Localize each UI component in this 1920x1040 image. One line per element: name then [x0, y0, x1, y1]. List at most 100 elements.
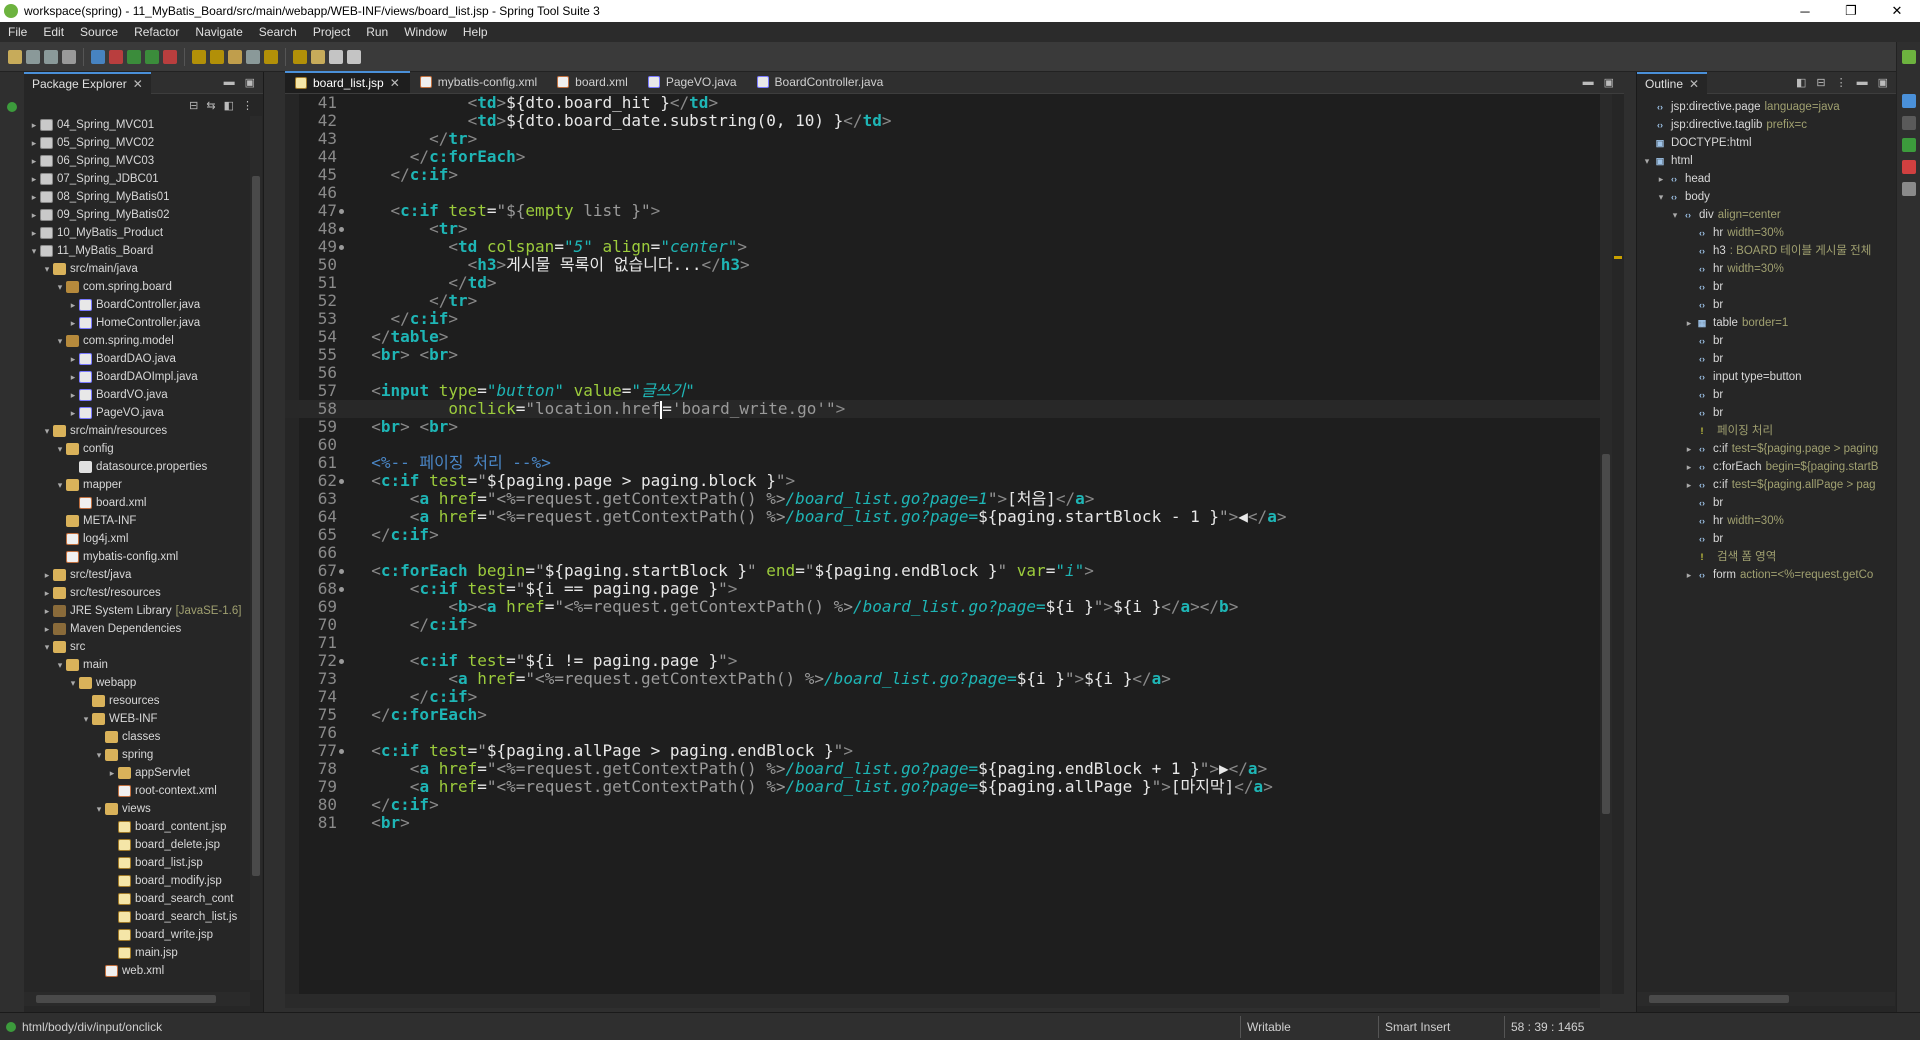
editor-horizontal-scrollbar[interactable]: [285, 994, 1600, 1008]
tree-item[interactable]: main.jsp: [24, 944, 264, 962]
menu-refactor[interactable]: Refactor: [126, 25, 187, 39]
code-line[interactable]: 80 </c:if>: [285, 796, 1600, 814]
tree-item[interactable]: ▾ src/main/java: [24, 260, 264, 278]
minimize-view-icon[interactable]: ▬: [1857, 76, 1868, 89]
new-icon[interactable]: [8, 49, 22, 64]
editor-vertical-scrollbar[interactable]: [1600, 94, 1612, 994]
scroll-thumb[interactable]: [1602, 454, 1610, 814]
close-icon[interactable]: ✕: [1689, 77, 1699, 91]
expanded-icon[interactable]: ▾: [1669, 206, 1681, 224]
tree-item[interactable]: ▾ com.spring.model: [24, 332, 264, 350]
collapsed-icon[interactable]: ▸: [28, 206, 40, 224]
run-icon[interactable]: [127, 49, 141, 64]
code-line[interactable]: 66: [285, 544, 1600, 562]
expanded-icon[interactable]: ▾: [41, 638, 53, 656]
outline-item[interactable]: ▾ ‹› body: [1637, 188, 1897, 206]
outline-item[interactable]: ‹› jsp:directive.taglib prefix=c: [1637, 116, 1897, 134]
code-line[interactable]: 49 <td colspan="5" align="center">: [285, 238, 1600, 256]
collapse-all-icon[interactable]: ⊟: [1816, 76, 1825, 89]
tree-item[interactable]: ▸ 08_Spring_MyBatis01: [24, 188, 264, 206]
code-line[interactable]: 46: [285, 184, 1600, 202]
boot-dashboard-icon[interactable]: [1901, 138, 1916, 152]
close-icon[interactable]: ✕: [133, 77, 143, 91]
code-line[interactable]: 51 </td>: [285, 274, 1600, 292]
collapsed-icon[interactable]: ▸: [28, 152, 40, 170]
scroll-thumb[interactable]: [36, 995, 216, 1003]
outline-item[interactable]: ‹› hr width=30%: [1637, 512, 1897, 530]
expanded-icon[interactable]: ▾: [93, 800, 105, 818]
collapsed-icon[interactable]: ▸: [1683, 314, 1695, 332]
collapsed-icon[interactable]: ▸: [41, 620, 53, 638]
tree-item[interactable]: ▾ 11_MyBatis_Board: [24, 242, 264, 260]
code-line[interactable]: 77 <c:if test="${paging.allPage > paging…: [285, 742, 1600, 760]
outline-item[interactable]: ▣ DOCTYPE:html: [1637, 134, 1897, 152]
collapsed-icon[interactable]: ▸: [67, 314, 79, 332]
tree-item[interactable]: datasource.properties: [24, 458, 264, 476]
fold-marker-icon[interactable]: [339, 245, 344, 250]
outline-item[interactable]: ‹› br: [1637, 278, 1897, 296]
tree-item[interactable]: ▾ config: [24, 440, 264, 458]
outline-item[interactable]: ‹› br: [1637, 386, 1897, 404]
close-button[interactable]: ✕: [1874, 3, 1920, 19]
scroll-thumb[interactable]: [1649, 995, 1789, 1003]
pin-icon[interactable]: [347, 49, 361, 64]
tasks-icon[interactable]: [1901, 182, 1916, 196]
tree-item[interactable]: ▾ com.spring.board: [24, 278, 264, 296]
collapsed-icon[interactable]: ▸: [67, 296, 79, 314]
code-line[interactable]: 43 </tr>: [285, 130, 1600, 148]
tree-item[interactable]: root-context.xml: [24, 782, 264, 800]
tab-board-xml[interactable]: board.xml: [547, 71, 638, 93]
code-line[interactable]: 75 </c:forEach>: [285, 706, 1600, 724]
outline-item[interactable]: ‹› hr width=30%: [1637, 260, 1897, 278]
expanded-icon[interactable]: ▾: [93, 746, 105, 764]
tab-outline[interactable]: Outline ✕: [1637, 71, 1708, 94]
code-line[interactable]: 59 <br> <br>: [285, 418, 1600, 436]
maximize-button[interactable]: ❐: [1828, 3, 1874, 19]
tree-item[interactable]: ▸ src/test/java: [24, 566, 264, 584]
code-line[interactable]: 70 </c:if>: [285, 616, 1600, 634]
minimize-button[interactable]: ─: [1782, 4, 1828, 19]
outline-item[interactable]: ! 페이징 처리: [1637, 422, 1897, 440]
back-icon[interactable]: [311, 49, 325, 64]
collapsed-icon[interactable]: ▸: [67, 386, 79, 404]
collapsed-icon[interactable]: ▸: [67, 350, 79, 368]
tree-item[interactable]: ▸ src/test/resources: [24, 584, 264, 602]
servers-icon[interactable]: [1901, 94, 1916, 108]
code-line[interactable]: 76: [285, 724, 1600, 742]
tree-item[interactable]: ▸ BoardVO.java: [24, 386, 264, 404]
code-line[interactable]: 71: [285, 634, 1600, 652]
code-line[interactable]: 48 <tr>: [285, 220, 1600, 238]
expanded-icon[interactable]: ▾: [1655, 188, 1667, 206]
tree-item[interactable]: ▸ appServlet: [24, 764, 264, 782]
expanded-icon[interactable]: ▾: [54, 656, 66, 674]
collapsed-icon[interactable]: ▸: [41, 566, 53, 584]
tree-item[interactable]: board_search_list.js: [24, 908, 264, 926]
collapsed-icon[interactable]: ▸: [41, 602, 53, 620]
tree-item[interactable]: board.xml: [24, 494, 264, 512]
outline-item[interactable]: ‹› br: [1637, 350, 1897, 368]
expanded-icon[interactable]: ▾: [80, 710, 92, 728]
menu-window[interactable]: Window: [396, 25, 455, 39]
fold-marker-icon[interactable]: [339, 749, 344, 754]
link-editor-icon[interactable]: ⇆: [206, 99, 215, 112]
debug-icon[interactable]: [109, 49, 123, 64]
code-line[interactable]: 61 <%-- 페이징 처리 --%>: [285, 454, 1600, 472]
collapsed-icon[interactable]: ▸: [1683, 566, 1695, 584]
code-line[interactable]: 62 <c:if test="${paging.page > paging.bl…: [285, 472, 1600, 490]
code-line[interactable]: 41 <td>${dto.board_hit }</td>: [285, 94, 1600, 112]
expanded-icon[interactable]: ▾: [54, 440, 66, 458]
focus-icon[interactable]: ◧: [224, 99, 234, 112]
tree-item[interactable]: board_modify.jsp: [24, 872, 264, 890]
collapse-all-icon[interactable]: ⊟: [189, 99, 198, 112]
tree-item[interactable]: board_list.jsp: [24, 854, 264, 872]
expanded-icon[interactable]: ▾: [28, 242, 40, 260]
outline-item[interactable]: ‹› jsp:directive.page language=java: [1637, 98, 1897, 116]
outline-item[interactable]: ‹› h3: BOARD 테이블 게시물 전체: [1637, 242, 1897, 260]
tree-item[interactable]: ▸ 05_Spring_MVC02: [24, 134, 264, 152]
menu-source[interactable]: Source: [72, 25, 126, 39]
tree-item[interactable]: ▾ spring: [24, 746, 264, 764]
tab-board-list-jsp[interactable]: board_list.jsp ✕: [285, 71, 410, 93]
code-line[interactable]: 47 <c:if test="${empty list }">: [285, 202, 1600, 220]
expanded-icon[interactable]: ▾: [54, 332, 66, 350]
outline-item[interactable]: ▸ ‹› head: [1637, 170, 1897, 188]
